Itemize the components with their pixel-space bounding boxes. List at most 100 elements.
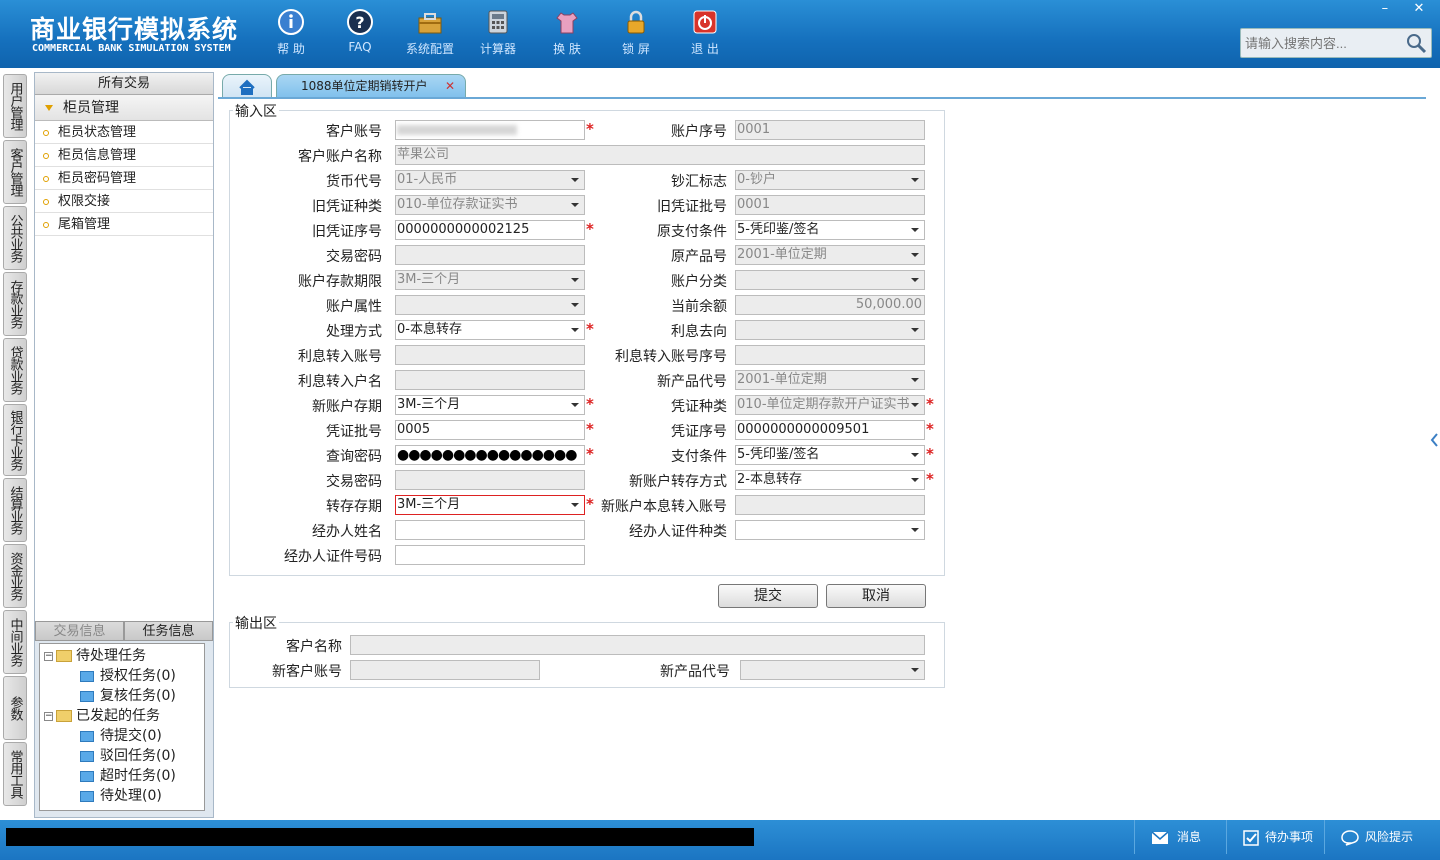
close-window-button[interactable]: ✕ bbox=[1404, 0, 1434, 18]
tab-transaction-info[interactable]: 交易信息 bbox=[35, 621, 124, 641]
vtab-loan-business[interactable]: 贷款业务 bbox=[3, 338, 27, 402]
acct-seq-field[interactable]: 0001 bbox=[735, 120, 925, 140]
window-controls: – ✕ bbox=[1370, 0, 1434, 20]
menu-item-tail-box[interactable]: 尾箱管理 bbox=[35, 213, 213, 236]
tree-node-rejected[interactable]: 驳回任务(0) bbox=[40, 746, 204, 766]
collapse-toggle-icon[interactable]: − bbox=[44, 651, 53, 661]
vtab-intermediate-business[interactable]: 中间业务 bbox=[3, 610, 27, 674]
all-transactions-header[interactable]: 所有交易 bbox=[35, 73, 213, 95]
vtab-deposit-business[interactable]: 存款业务 bbox=[3, 272, 27, 336]
agent-id-type-select[interactable] bbox=[735, 520, 925, 540]
tree-node-to-process[interactable]: 待处理(0) bbox=[40, 786, 204, 806]
orig-product-select[interactable]: 2001-单位定期 bbox=[735, 245, 925, 265]
old-voucher-seq-input[interactable]: 0000000000002125 bbox=[395, 220, 585, 240]
risk-alert-button[interactable]: 风险提示 bbox=[1324, 820, 1440, 854]
bullet-icon bbox=[43, 153, 49, 159]
tree-node-initiated[interactable]: − 已发起的任务 bbox=[40, 706, 204, 726]
app-header: 商业银行模拟系统 COMMERCIAL BANK SIMULATION SYST… bbox=[0, 0, 1440, 68]
tree-node-to-submit[interactable]: 待提交(0) bbox=[40, 726, 204, 746]
out-new-acct-field[interactable] bbox=[350, 660, 540, 680]
new-interest-acct-field[interactable] bbox=[735, 495, 925, 515]
required-mark: * bbox=[586, 120, 594, 138]
cust-name-field[interactable]: 苹果公司 bbox=[395, 145, 925, 165]
todo-button[interactable]: 待办事项 bbox=[1226, 820, 1324, 854]
transfer-mode-select[interactable]: 2-本息转存 bbox=[735, 470, 925, 490]
tab-home[interactable] bbox=[222, 74, 272, 98]
messages-button[interactable]: 消息 bbox=[1134, 820, 1226, 854]
minimize-button[interactable]: – bbox=[1370, 0, 1400, 18]
interest-acct-name-field[interactable] bbox=[395, 370, 585, 390]
currency-select[interactable]: 01-人民币 bbox=[395, 170, 585, 190]
close-tab-icon[interactable]: ✕ bbox=[445, 75, 455, 97]
balance-field[interactable]: 50,000.00 bbox=[735, 295, 925, 315]
query-password-input[interactable]: ●●●●●●●●●●●●●●●● bbox=[395, 445, 585, 465]
transfer-term-select[interactable]: 3M-三个月 bbox=[395, 495, 585, 515]
agent-id-no-input[interactable] bbox=[395, 545, 585, 565]
tree-node-pending[interactable]: − 待处理任务 bbox=[40, 646, 204, 666]
skin-button[interactable]: 换 肤 bbox=[537, 8, 597, 57]
acct-class-select[interactable] bbox=[735, 270, 925, 290]
interest-acct-field[interactable] bbox=[395, 345, 585, 365]
orig-pay-cond-label: 原支付条件 bbox=[657, 224, 727, 240]
cash-flag-select[interactable]: 0-钞户 bbox=[735, 170, 925, 190]
tree-node-review[interactable]: 复核任务(0) bbox=[40, 686, 204, 706]
teller-management-group[interactable]: 柜员管理 bbox=[35, 95, 213, 121]
collapse-toggle-icon[interactable]: − bbox=[44, 711, 53, 721]
voucher-type-select[interactable]: 010-单位定期存款开户证实书 bbox=[735, 395, 925, 415]
interest-dest-select[interactable] bbox=[735, 320, 925, 340]
tab-task-info[interactable]: 任务信息 bbox=[124, 621, 213, 641]
calculator-button[interactable]: 计算器 bbox=[468, 8, 528, 57]
vtab-customer-management[interactable]: 客户管理 bbox=[3, 140, 27, 204]
tab-1088[interactable]: 1088单位定期销转开户 ✕ bbox=[276, 74, 466, 98]
search-icon[interactable] bbox=[1405, 32, 1427, 54]
vtab-common-tools[interactable]: 常用工具 bbox=[3, 742, 27, 806]
menu-item-teller-status[interactable]: 柜员状态管理 bbox=[35, 121, 213, 144]
interest-acct-seq-field[interactable] bbox=[735, 345, 925, 365]
side-collapse-toggle[interactable] bbox=[1428, 420, 1440, 460]
vtab-bank-card-business[interactable]: 银行卡业务 bbox=[3, 404, 27, 476]
trade-password-2-field[interactable] bbox=[395, 470, 585, 490]
agent-name-input[interactable] bbox=[395, 520, 585, 540]
lock-screen-button[interactable]: 锁 屏 bbox=[606, 8, 666, 57]
out-new-product-select[interactable] bbox=[740, 660, 925, 680]
pay-cond-select[interactable]: 5-凭印鉴/签名 bbox=[735, 445, 925, 465]
process-mode-select[interactable]: 0-本息转存 bbox=[395, 320, 585, 340]
cust-account-input[interactable] bbox=[395, 120, 585, 140]
transfer-term-label: 转存存期 bbox=[326, 499, 382, 515]
new-term-select[interactable]: 3M-三个月 bbox=[395, 395, 585, 415]
voucher-seq-input[interactable]: 0000000000009501 bbox=[735, 420, 925, 440]
menu-item-teller-password[interactable]: 柜员密码管理 bbox=[35, 167, 213, 190]
submit-button[interactable]: 提交 bbox=[718, 584, 818, 608]
voucher-seq-label: 凭证序号 bbox=[671, 424, 727, 440]
search-input[interactable] bbox=[1245, 33, 1405, 53]
acct-attr-label: 账户属性 bbox=[326, 299, 382, 315]
orig-pay-cond-select[interactable]: 5-凭印鉴/签名 bbox=[735, 220, 925, 240]
old-voucher-type-select[interactable]: 010-单位存款证实书 bbox=[395, 195, 585, 215]
system-config-button[interactable]: 系统配置 bbox=[400, 8, 460, 57]
required-mark: * bbox=[586, 220, 594, 238]
voucher-batch-input[interactable]: 0005 bbox=[395, 420, 585, 440]
interest-acct-label: 利息转入账号 bbox=[298, 349, 382, 365]
vtab-fund-business[interactable]: 资金业务 bbox=[3, 544, 27, 608]
vtab-settlement-business[interactable]: 结算业务 bbox=[3, 478, 27, 542]
cancel-button[interactable]: 取消 bbox=[826, 584, 926, 608]
trade-password-field[interactable] bbox=[395, 245, 585, 265]
old-voucher-batch-field[interactable]: 0001 bbox=[735, 195, 925, 215]
tree-node-authorize[interactable]: 授权任务(0) bbox=[40, 666, 204, 686]
exit-button[interactable]: 退 出 bbox=[675, 8, 735, 57]
deposit-term-select[interactable]: 3M-三个月 bbox=[395, 270, 585, 290]
agent-name-label: 经办人姓名 bbox=[312, 524, 382, 540]
trade-password-2-label: 交易密码 bbox=[326, 474, 382, 490]
menu-item-teller-info[interactable]: 柜员信息管理 bbox=[35, 144, 213, 167]
vtab-parameters[interactable]: 参数 bbox=[3, 676, 27, 740]
faq-button[interactable]: ? FAQ bbox=[330, 8, 390, 54]
acct-seq-label: 账户序号 bbox=[671, 124, 727, 140]
help-button[interactable]: 帮 助 bbox=[261, 8, 321, 57]
out-cust-name-field[interactable] bbox=[350, 635, 925, 655]
new-product-select[interactable]: 2001-单位定期 bbox=[735, 370, 925, 390]
acct-attr-select[interactable] bbox=[395, 295, 585, 315]
menu-item-permission-handover[interactable]: 权限交接 bbox=[35, 190, 213, 213]
vtab-user-management[interactable]: 用户管理 bbox=[3, 74, 27, 138]
tree-node-timeout[interactable]: 超时任务(0) bbox=[40, 766, 204, 786]
vtab-public-business[interactable]: 公共业务 bbox=[3, 206, 27, 270]
